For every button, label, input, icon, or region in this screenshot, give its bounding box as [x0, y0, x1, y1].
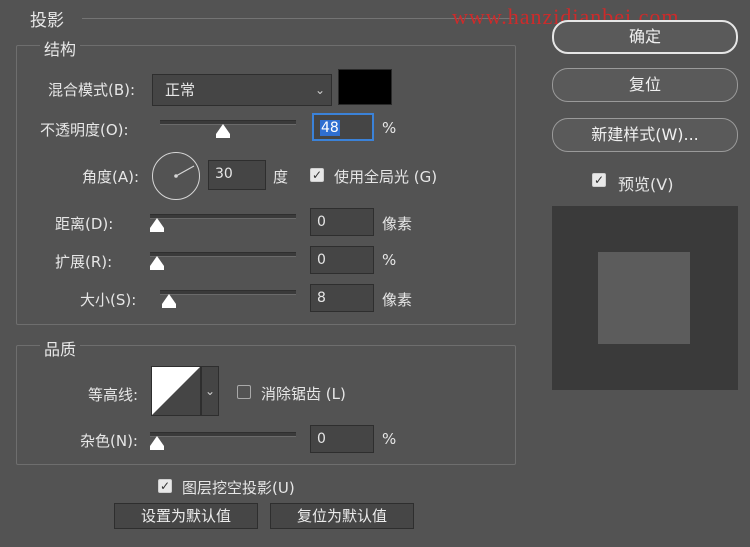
size-unit: 像素 — [382, 291, 413, 309]
angle-value: 30 — [215, 166, 233, 182]
structure-title: 结构 — [40, 36, 81, 60]
noise-input[interactable]: 0 — [310, 425, 374, 453]
anti-alias-checkbox[interactable] — [237, 385, 251, 399]
spread-value: 0 — [317, 252, 326, 268]
spread-slider-track[interactable] — [150, 252, 296, 257]
contour-linear-icon — [152, 367, 200, 415]
size-input[interactable]: 8 — [310, 284, 374, 312]
knockout-label[interactable]: 图层挖空投影(U) — [182, 477, 295, 498]
size-slider-track[interactable] — [160, 290, 296, 295]
contour-label: 等高线: — [88, 386, 139, 404]
reset-button[interactable]: 复位 — [552, 68, 738, 102]
chevron-down-icon: ⌄ — [314, 83, 325, 97]
global-light-checkbox[interactable]: ✓ — [310, 168, 324, 182]
slider-thumb-icon[interactable] — [216, 124, 230, 138]
preview-thumbnail — [552, 206, 738, 390]
noise-slider-thumb[interactable] — [150, 436, 164, 450]
blend-mode-select[interactable]: 正常 ⌄ — [152, 74, 332, 106]
preview-square — [598, 252, 690, 344]
distance-label: 距离(D): — [55, 215, 114, 233]
size-slider-thumb[interactable] — [162, 294, 176, 308]
check-icon: ✓ — [593, 173, 605, 187]
size-label: 大小(S): — [80, 291, 137, 309]
ok-button[interactable]: 确定 — [552, 20, 738, 54]
distance-unit: 像素 — [382, 215, 413, 233]
angle-input[interactable]: 30 — [208, 160, 266, 190]
chevron-down-icon: ⌄ — [204, 384, 216, 398]
noise-label: 杂色(N): — [80, 432, 138, 450]
noise-slider-track[interactable] — [150, 432, 296, 437]
size-value: 8 — [317, 290, 326, 306]
preview-checkbox[interactable]: ✓ — [592, 173, 606, 187]
distance-slider-thumb[interactable] — [150, 218, 164, 232]
global-light-label[interactable]: 使用全局光 (G) — [334, 166, 437, 187]
distance-input[interactable]: 0 — [310, 208, 374, 236]
new-style-button[interactable]: 新建样式(W)... — [552, 118, 738, 152]
preview-label[interactable]: 预览(V) — [618, 171, 673, 195]
shadow-color-swatch[interactable] — [338, 69, 392, 105]
angle-unit: 度 — [273, 168, 289, 186]
opacity-unit: % — [382, 119, 397, 137]
distance-slider-track[interactable] — [150, 214, 296, 219]
spread-unit: % — [382, 251, 397, 269]
blend-mode-value: 正常 — [165, 81, 196, 99]
opacity-input[interactable]: 48 — [312, 113, 374, 141]
distance-value: 0 — [317, 214, 326, 230]
noise-value: 0 — [317, 431, 326, 447]
section-title: 投影 — [30, 11, 64, 31]
contour-picker[interactable] — [151, 366, 201, 416]
angle-dial[interactable] — [152, 152, 200, 200]
angle-label: 角度(A): — [82, 168, 140, 186]
check-icon: ✓ — [159, 479, 171, 493]
blend-mode-label: 混合模式(B): — [48, 81, 136, 99]
make-default-button[interactable]: 设置为默认值 — [114, 503, 258, 529]
noise-unit: % — [382, 430, 397, 448]
check-icon: ✓ — [311, 168, 323, 182]
quality-title: 品质 — [40, 336, 81, 360]
spread-slider-thumb[interactable] — [150, 256, 164, 270]
anti-alias-label[interactable]: 消除锯齿 (L) — [261, 383, 346, 404]
opacity-value: 48 — [320, 120, 340, 136]
spread-label: 扩展(R): — [55, 253, 113, 271]
title-divider — [82, 18, 514, 19]
reset-default-button[interactable]: 复位为默认值 — [270, 503, 414, 529]
angle-dial-needle-icon — [174, 165, 195, 178]
spread-input[interactable]: 0 — [310, 246, 374, 274]
contour-dropdown-button[interactable]: ⌄ — [201, 366, 219, 416]
knockout-checkbox[interactable]: ✓ — [158, 479, 172, 493]
opacity-label: 不透明度(O): — [40, 121, 129, 139]
